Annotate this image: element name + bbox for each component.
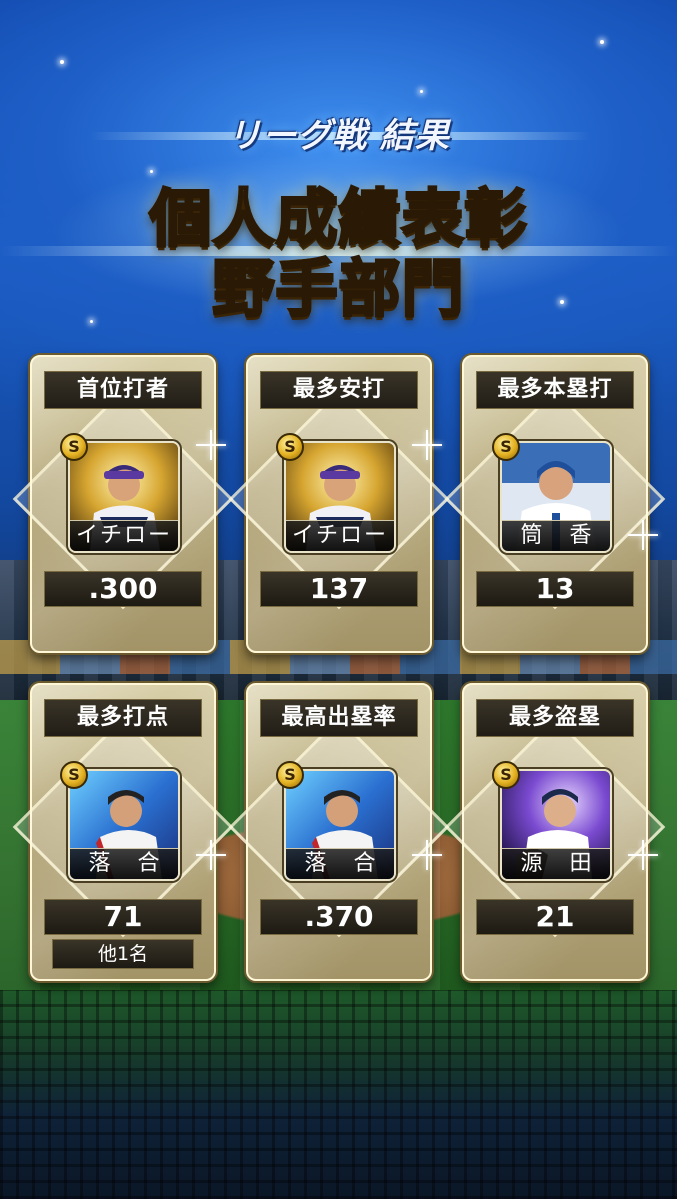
sparkle bbox=[60, 60, 64, 64]
award-stat-value: .370 bbox=[260, 899, 418, 935]
outfield-wall bbox=[0, 990, 677, 1199]
award-stat-value: .300 bbox=[44, 571, 202, 607]
player-portrait[interactable]: イチロー bbox=[284, 441, 396, 553]
award-stat-value: 21 bbox=[476, 899, 634, 935]
award-category-label: 最多盗塁 bbox=[476, 699, 634, 737]
award-card-most-rbi[interactable]: 最多打点 S 落 合 71 他1名 bbox=[12, 683, 234, 981]
award-stat-value: 137 bbox=[260, 571, 418, 607]
s-rank-badge-icon: S bbox=[276, 433, 304, 461]
player-portrait[interactable]: 落 合 bbox=[68, 769, 180, 881]
award-category-label: 首位打者 bbox=[44, 371, 202, 409]
s-rank-badge-icon: S bbox=[60, 433, 88, 461]
player-name: 落 合 bbox=[286, 848, 394, 879]
player-name: イチロー bbox=[286, 520, 394, 551]
player-portrait[interactable]: 筒 香 bbox=[500, 441, 612, 553]
s-rank-badge-icon: S bbox=[60, 761, 88, 789]
player-portrait[interactable]: 落 合 bbox=[284, 769, 396, 881]
sparkle bbox=[150, 170, 153, 173]
player-name: 落 合 bbox=[70, 848, 178, 879]
award-category-label: 最多安打 bbox=[260, 371, 418, 409]
s-rank-badge-icon: S bbox=[276, 761, 304, 789]
award-card-most-stolen-bases[interactable]: 最多盗塁 S 源 田 21 bbox=[444, 683, 666, 981]
award-category-label: 最高出塁率 bbox=[260, 699, 418, 737]
award-card-most-hits[interactable]: 最多安打 S イチロー 137 bbox=[228, 355, 450, 653]
s-rank-badge-icon: S bbox=[492, 433, 520, 461]
player-name: 筒 香 bbox=[502, 520, 610, 551]
award-card-most-home-runs[interactable]: 最多本塁打 S 筒 香 13 bbox=[444, 355, 666, 653]
s-rank-badge-icon: S bbox=[492, 761, 520, 789]
award-category-label: 最多打点 bbox=[44, 699, 202, 737]
tied-players-note: 他1名 bbox=[52, 939, 194, 969]
sparkle bbox=[420, 90, 423, 93]
player-portrait[interactable]: 源 田 bbox=[500, 769, 612, 881]
award-stat-value: 71 bbox=[44, 899, 202, 935]
award-card-highest-obp[interactable]: 最高出塁率 S 落 合 .370 bbox=[228, 683, 450, 981]
player-name: 源 田 bbox=[502, 848, 610, 879]
award-stat-value: 13 bbox=[476, 571, 634, 607]
award-category-label: 最多本塁打 bbox=[476, 371, 634, 409]
award-title: 個人成績表彰 bbox=[0, 186, 677, 251]
sparkle bbox=[90, 320, 93, 323]
sparkle bbox=[600, 40, 604, 44]
player-portrait[interactable]: イチロー bbox=[68, 441, 180, 553]
award-card-batting-champion[interactable]: 首位打者 S イチロー .300 bbox=[12, 355, 234, 653]
league-result-subtitle: リーグ戦 結果 bbox=[227, 116, 450, 156]
player-name: イチロー bbox=[70, 520, 178, 551]
category-title: 野手部門 bbox=[0, 256, 677, 321]
